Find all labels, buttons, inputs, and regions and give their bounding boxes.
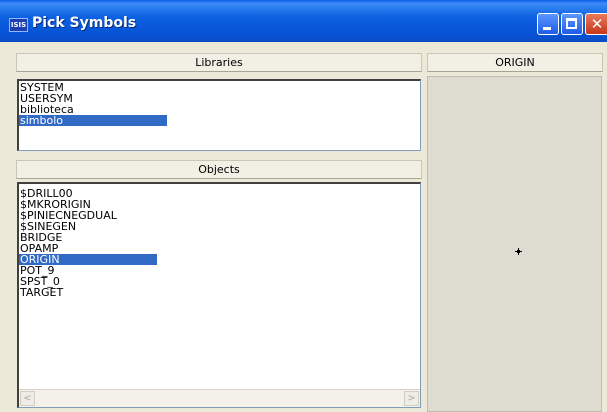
- library-item[interactable]: USERSYM: [19, 93, 420, 104]
- object-item[interactable]: $SINEGEN: [19, 221, 420, 232]
- object-item[interactable]: $PINIECNEGDUAL: [19, 210, 420, 221]
- library-item[interactable]: simbolo: [19, 115, 420, 126]
- objects-list[interactable]: $DRILL00 $MKRORIGIN $PINIECNEGDUAL $SINEGEN…: [17, 182, 421, 408]
- object-item-label: TARGET: [20, 286, 64, 299]
- crosshair-icon: [515, 248, 522, 255]
- object-item[interactable]: POT_9: [19, 265, 420, 276]
- scroll-right-arrow-icon[interactable]: >: [404, 391, 419, 406]
- object-item[interactable]: TARGET: [19, 287, 420, 298]
- scroll-left-arrow-icon[interactable]: <: [20, 391, 35, 406]
- minimize-icon: [543, 27, 551, 30]
- object-item[interactable]: BRIDGE: [19, 232, 420, 243]
- close-button[interactable]: ✕: [585, 13, 607, 35]
- preview-header: ORIGIN: [427, 53, 603, 72]
- symbol-preview-pane: [427, 76, 602, 412]
- objects-header[interactable]: Objects: [16, 160, 422, 179]
- object-item[interactable]: SPST_0: [19, 276, 420, 287]
- horizontal-scrollbar[interactable]: < >: [19, 389, 420, 407]
- libraries-list[interactable]: SYSTEM USERSYM biblioteca simbolo: [17, 79, 421, 151]
- library-item-label: simbolo: [19, 115, 167, 126]
- library-item[interactable]: SYSTEM: [19, 82, 420, 93]
- minimize-button[interactable]: [537, 13, 559, 35]
- close-icon: ✕: [590, 15, 604, 33]
- object-item[interactable]: OPAMP: [19, 243, 420, 254]
- object-item[interactable]: ORIGIN: [19, 254, 420, 265]
- title-bar[interactable]: ISIS Pick Symbols ✕: [0, 0, 607, 42]
- libraries-header[interactable]: Libraries: [16, 53, 422, 72]
- library-item[interactable]: biblioteca: [19, 104, 420, 115]
- window-title: Pick Symbols: [32, 15, 137, 31]
- app-icon: ISIS: [9, 18, 28, 32]
- maximize-icon: [566, 18, 577, 29]
- maximize-button[interactable]: [561, 13, 583, 35]
